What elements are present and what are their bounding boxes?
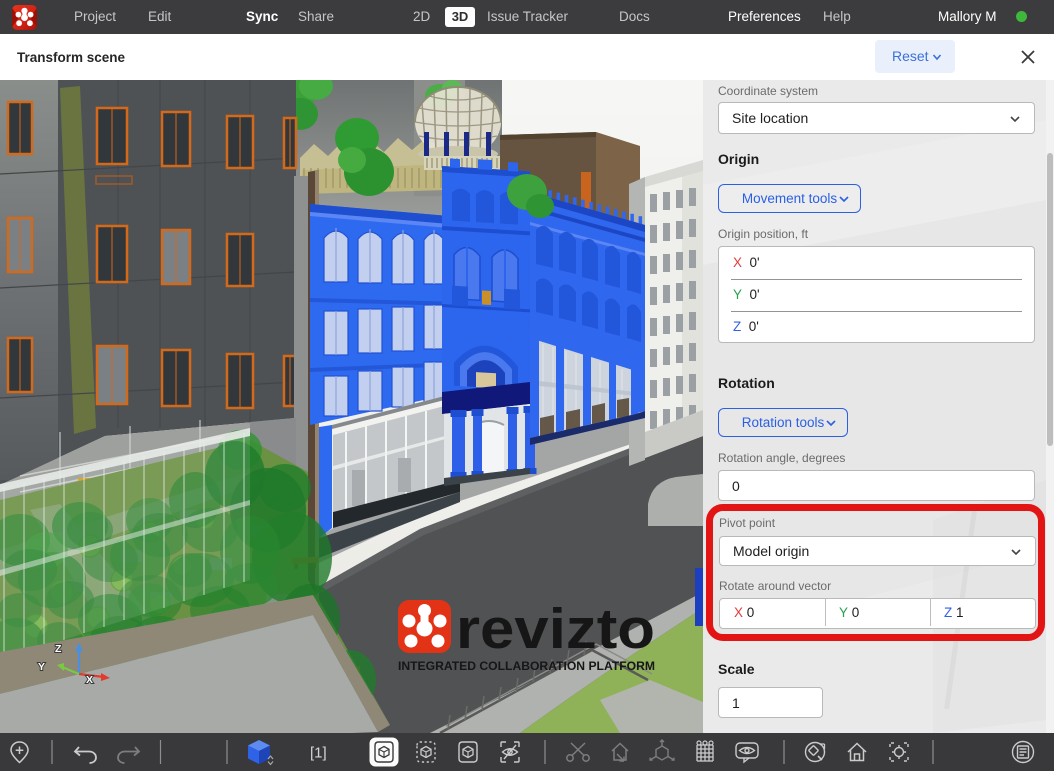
svg-text:Y: Y bbox=[38, 661, 45, 673]
svg-text:revizto: revizto bbox=[456, 597, 655, 661]
svg-text:[1]: [1] bbox=[310, 745, 327, 762]
svg-text:X: X bbox=[86, 674, 93, 686]
svg-text:Z: Z bbox=[55, 643, 62, 655]
svg-text:INTEGRATED COLLABORATION PLATF: INTEGRATED COLLABORATION PLATFORM bbox=[398, 659, 655, 673]
